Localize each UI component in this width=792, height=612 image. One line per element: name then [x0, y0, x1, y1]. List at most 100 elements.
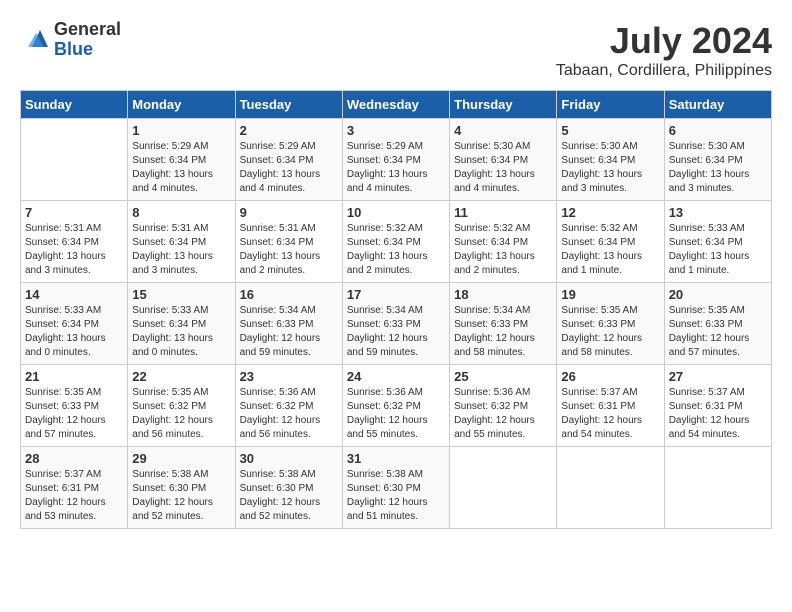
calendar-week-row: 7Sunrise: 5:31 AMSunset: 6:34 PMDaylight…: [21, 201, 772, 283]
calendar-body: 1 Sunrise: 5:29 AMSunset: 6:34 PMDaylight…: [21, 119, 772, 529]
calendar-cell: 31Sunrise: 5:38 AMSunset: 6:30 PMDayligh…: [342, 447, 449, 529]
day-info: Sunrise: 5:34 AMSunset: 6:33 PMDaylight:…: [347, 304, 445, 360]
calendar-cell: 18 Sunrise: 5:34 AMSunset: 6:33 PMDayligh…: [450, 283, 557, 365]
day-info: Sunrise: 5:38 AMSunset: 6:30 PMDaylight:…: [132, 468, 230, 524]
logo: General Blue: [20, 20, 121, 60]
col-friday: Friday: [557, 91, 664, 119]
calendar-cell: 13 Sunrise: 5:33 AMSunset: 6:34 PMDayligh…: [664, 201, 771, 283]
calendar-week-row: 21 Sunrise: 5:35 AMSunset: 6:33 PMDayligh…: [21, 365, 772, 447]
calendar-cell: 9Sunrise: 5:31 AMSunset: 6:34 PMDaylight…: [235, 201, 342, 283]
day-info: Sunrise: 5:37 AMSunset: 6:31 PMDaylight:…: [669, 386, 767, 442]
col-monday: Monday: [128, 91, 235, 119]
day-number: 13: [669, 205, 767, 220]
calendar-table: Sunday Monday Tuesday Wednesday Thursday…: [20, 90, 772, 529]
day-number: 18: [454, 287, 552, 302]
day-info: Sunrise: 5:38 AMSunset: 6:30 PMDaylight:…: [240, 468, 338, 524]
calendar-cell: 4 Sunrise: 5:30 AMSunset: 6:34 PMDaylight…: [450, 119, 557, 201]
day-number: 1: [132, 123, 230, 138]
calendar-cell: 1 Sunrise: 5:29 AMSunset: 6:34 PMDaylight…: [128, 119, 235, 201]
calendar-cell: 19Sunrise: 5:35 AMSunset: 6:33 PMDayligh…: [557, 283, 664, 365]
day-number: 11: [454, 205, 552, 220]
day-number: 16: [240, 287, 338, 302]
day-number: 5: [561, 123, 659, 138]
calendar-cell: 11 Sunrise: 5:32 AMSunset: 6:34 PMDayligh…: [450, 201, 557, 283]
day-number: 24: [347, 369, 445, 384]
calendar-cell: 16 Sunrise: 5:34 AMSunset: 6:33 PMDayligh…: [235, 283, 342, 365]
day-info: Sunrise: 5:36 AMSunset: 6:32 PMDaylight:…: [240, 386, 338, 442]
calendar-cell: 6Sunrise: 5:30 AMSunset: 6:34 PMDaylight…: [664, 119, 771, 201]
day-number: 17: [347, 287, 445, 302]
day-info: Sunrise: 5:34 AMSunset: 6:33 PMDaylight:…: [454, 304, 552, 360]
day-info: Sunrise: 5:37 AMSunset: 6:31 PMDaylight:…: [25, 468, 123, 524]
day-info: Sunrise: 5:35 AMSunset: 6:33 PMDaylight:…: [669, 304, 767, 360]
calendar-cell: 15 Sunrise: 5:33 AMSunset: 6:34 PMDayligh…: [128, 283, 235, 365]
day-info: Sunrise: 5:31 AMSunset: 6:34 PMDaylight:…: [132, 222, 230, 278]
day-number: 2: [240, 123, 338, 138]
day-number: 15: [132, 287, 230, 302]
calendar-cell: [21, 119, 128, 201]
day-info: Sunrise: 5:36 AMSunset: 6:32 PMDaylight:…: [454, 386, 552, 442]
day-number: 22: [132, 369, 230, 384]
col-saturday: Saturday: [664, 91, 771, 119]
day-number: 8: [132, 205, 230, 220]
calendar-cell: 24Sunrise: 5:36 AMSunset: 6:32 PMDayligh…: [342, 365, 449, 447]
calendar-cell: 3 Sunrise: 5:29 AMSunset: 6:34 PMDaylight…: [342, 119, 449, 201]
calendar-cell: 5 Sunrise: 5:30 AMSunset: 6:34 PMDaylight…: [557, 119, 664, 201]
day-number: 28: [25, 451, 123, 466]
day-info: Sunrise: 5:34 AMSunset: 6:33 PMDaylight:…: [240, 304, 338, 360]
calendar-cell: 12 Sunrise: 5:32 AMSunset: 6:34 PMDayligh…: [557, 201, 664, 283]
day-info: Sunrise: 5:35 AMSunset: 6:32 PMDaylight:…: [132, 386, 230, 442]
logo-text: General Blue: [54, 20, 121, 60]
day-number: 10: [347, 205, 445, 220]
day-number: 30: [240, 451, 338, 466]
logo-icon: [20, 25, 50, 55]
day-number: 29: [132, 451, 230, 466]
calendar-cell: 20 Sunrise: 5:35 AMSunset: 6:33 PMDayligh…: [664, 283, 771, 365]
calendar-week-row: 14 Sunrise: 5:33 AMSunset: 6:34 PMDayligh…: [21, 283, 772, 365]
day-info: Sunrise: 5:30 AMSunset: 6:34 PMDaylight:…: [454, 140, 552, 196]
col-sunday: Sunday: [21, 91, 128, 119]
day-info: Sunrise: 5:29 AMSunset: 6:34 PMDaylight:…: [132, 140, 230, 196]
calendar-cell: 29 Sunrise: 5:38 AMSunset: 6:30 PMDayligh…: [128, 447, 235, 529]
calendar-cell: [664, 447, 771, 529]
day-number: 20: [669, 287, 767, 302]
calendar-cell: 28 Sunrise: 5:37 AMSunset: 6:31 PMDayligh…: [21, 447, 128, 529]
day-info: Sunrise: 5:33 AMSunset: 6:34 PMDaylight:…: [25, 304, 123, 360]
title-block: July 2024 Tabaan, Cordillera, Philippine…: [556, 20, 772, 80]
day-info: Sunrise: 5:31 AMSunset: 6:34 PMDaylight:…: [25, 222, 123, 278]
day-info: Sunrise: 5:35 AMSunset: 6:33 PMDaylight:…: [25, 386, 123, 442]
calendar-cell: 7Sunrise: 5:31 AMSunset: 6:34 PMDaylight…: [21, 201, 128, 283]
day-number: 12: [561, 205, 659, 220]
day-number: 21: [25, 369, 123, 384]
calendar-header-row: Sunday Monday Tuesday Wednesday Thursday…: [21, 91, 772, 119]
day-number: 4: [454, 123, 552, 138]
calendar-cell: 17 Sunrise: 5:34 AMSunset: 6:33 PMDayligh…: [342, 283, 449, 365]
day-info: Sunrise: 5:33 AMSunset: 6:34 PMDaylight:…: [132, 304, 230, 360]
col-thursday: Thursday: [450, 91, 557, 119]
col-wednesday: Wednesday: [342, 91, 449, 119]
day-number: 27: [669, 369, 767, 384]
calendar-week-row: 28 Sunrise: 5:37 AMSunset: 6:31 PMDayligh…: [21, 447, 772, 529]
day-number: 25: [454, 369, 552, 384]
day-info: Sunrise: 5:30 AMSunset: 6:34 PMDaylight:…: [561, 140, 659, 196]
day-info: Sunrise: 5:32 AMSunset: 6:34 PMDaylight:…: [561, 222, 659, 278]
day-info: Sunrise: 5:32 AMSunset: 6:34 PMDaylight:…: [347, 222, 445, 278]
day-number: 26: [561, 369, 659, 384]
calendar-cell: 30 Sunrise: 5:38 AMSunset: 6:30 PMDayligh…: [235, 447, 342, 529]
calendar-cell: 8 Sunrise: 5:31 AMSunset: 6:34 PMDaylight…: [128, 201, 235, 283]
day-info: Sunrise: 5:33 AMSunset: 6:34 PMDaylight:…: [669, 222, 767, 278]
calendar-cell: 14 Sunrise: 5:33 AMSunset: 6:34 PMDayligh…: [21, 283, 128, 365]
day-number: 14: [25, 287, 123, 302]
day-number: 6: [669, 123, 767, 138]
calendar-cell: 23Sunrise: 5:36 AMSunset: 6:32 PMDayligh…: [235, 365, 342, 447]
calendar-cell: [557, 447, 664, 529]
calendar-cell: 10 Sunrise: 5:32 AMSunset: 6:34 PMDayligh…: [342, 201, 449, 283]
day-number: 3: [347, 123, 445, 138]
page-header: General Blue July 2024 Tabaan, Cordiller…: [20, 20, 772, 80]
day-info: Sunrise: 5:29 AMSunset: 6:34 PMDaylight:…: [240, 140, 338, 196]
day-info: Sunrise: 5:31 AMSunset: 6:34 PMDaylight:…: [240, 222, 338, 278]
calendar-cell: 27 Sunrise: 5:37 AMSunset: 6:31 PMDayligh…: [664, 365, 771, 447]
day-info: Sunrise: 5:29 AMSunset: 6:34 PMDaylight:…: [347, 140, 445, 196]
calendar-cell: 25 Sunrise: 5:36 AMSunset: 6:32 PMDayligh…: [450, 365, 557, 447]
day-info: Sunrise: 5:32 AMSunset: 6:34 PMDaylight:…: [454, 222, 552, 278]
